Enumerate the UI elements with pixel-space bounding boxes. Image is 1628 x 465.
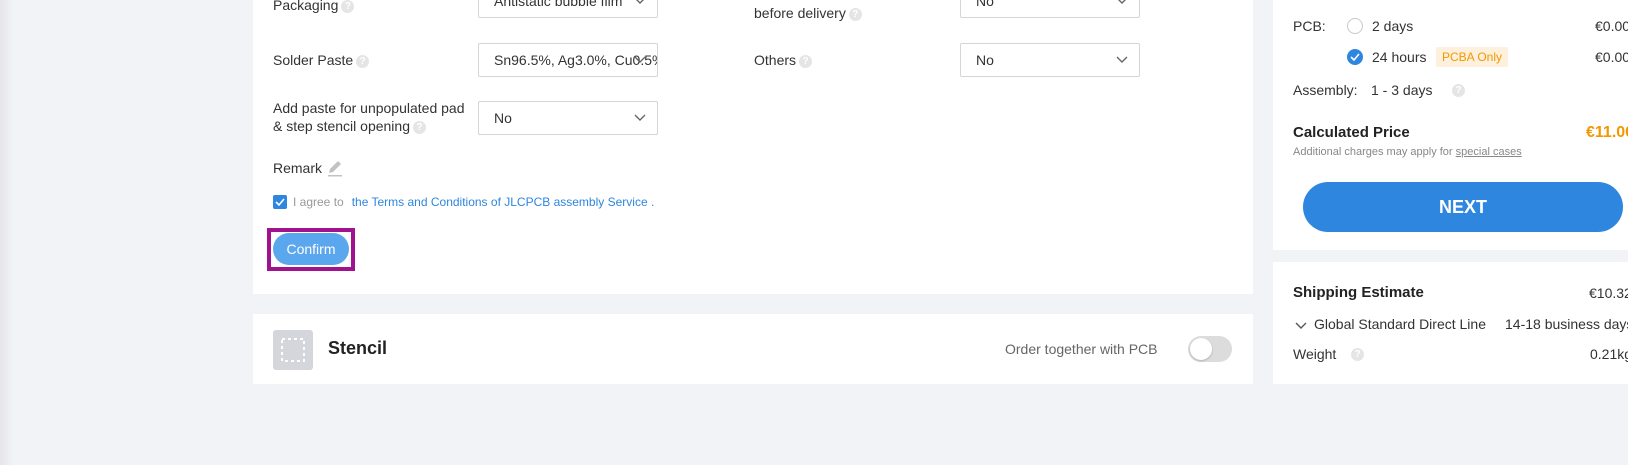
weight-value: 0.21kg: [1590, 346, 1628, 362]
page-edge-shadow: [0, 0, 14, 465]
calculated-price-value: €11.00: [1586, 124, 1628, 141]
help-icon[interactable]: ?: [1351, 348, 1364, 361]
shipping-estimate-title: Shipping Estimate: [1293, 284, 1424, 301]
option-2-days-label: 2 days: [1372, 18, 1414, 34]
stencil-title: Stencil: [328, 338, 388, 358]
solder-paste-select[interactable]: Sn96.5%, Ag3.0%, Cu0.5%: [478, 43, 658, 77]
confirm-button[interactable]: Confirm: [273, 233, 349, 265]
stencil-toggle-label: Order together with PCB: [1005, 341, 1158, 357]
delivery-confirm-label: before delivery?: [754, 4, 862, 22]
calculated-price-label: Calculated Price: [1293, 124, 1410, 141]
stencil-order-toggle[interactable]: [1188, 336, 1232, 362]
chevron-down-icon: [1116, 56, 1128, 63]
chevron-down-icon: [634, 114, 646, 121]
next-button[interactable]: NEXT: [1303, 182, 1623, 232]
pcba-only-badge: PCBA Only: [1436, 47, 1509, 67]
help-icon[interactable]: ?: [341, 0, 355, 13]
assembly-time-value: 1 - 3 days: [1371, 82, 1433, 98]
packaging-label: Packaging?: [273, 0, 355, 14]
help-icon[interactable]: ?: [799, 54, 813, 68]
weight-label: Weight: [1293, 346, 1337, 362]
radio-2-days[interactable]: [1347, 18, 1363, 34]
chevron-down-icon: [636, 0, 644, 4]
agree-terms-row: I agree to the Terms and Conditions of J…: [273, 195, 654, 209]
chevron-down-icon[interactable]: [1295, 319, 1307, 331]
others-select[interactable]: No: [960, 43, 1140, 77]
pencil-icon[interactable]: [326, 159, 344, 177]
shipping-time: 14-18 business days: [1505, 316, 1628, 332]
stencil-icon: [273, 330, 313, 370]
shipping-estimate-panel: Shipping Estimate €10.32 Global Standard…: [1273, 262, 1628, 384]
chevron-down-icon: [1118, 0, 1126, 4]
delivery-confirm-select[interactable]: No: [960, 0, 1140, 18]
remark-label: Remark: [273, 160, 323, 176]
pcb-build-time-label: PCB:: [1293, 18, 1326, 34]
agree-text: I agree to: [293, 195, 344, 209]
option-24-hours-price: €0.00: [1595, 49, 1628, 65]
solder-paste-label: Solder Paste?: [273, 51, 370, 69]
packaging-select[interactable]: Antistatic bubble film: [478, 0, 658, 18]
assembly-time-label: Assembly:: [1293, 82, 1358, 98]
stencil-panel: Stencil Order together with PCB: [253, 314, 1253, 384]
chevron-down-icon: [634, 56, 646, 63]
special-cases-link[interactable]: special cases: [1456, 146, 1522, 158]
agree-checkbox[interactable]: [273, 195, 287, 209]
add-paste-label: Add paste for unpopulated pad & step ste…: [273, 100, 465, 134]
help-icon[interactable]: ?: [1452, 84, 1465, 97]
checkmark-icon: [275, 198, 285, 207]
shipping-method[interactable]: Global Standard Direct Line: [1314, 316, 1486, 332]
toggle-knob: [1190, 338, 1212, 360]
terms-link[interactable]: the Terms and Conditions of JLCPCB assem…: [352, 195, 655, 209]
help-icon[interactable]: ?: [848, 7, 862, 21]
radio-24-hours[interactable]: [1347, 49, 1363, 65]
help-icon[interactable]: ?: [412, 120, 426, 134]
option-24-hours-label: 24 hours: [1372, 49, 1427, 65]
others-label: Others?: [754, 51, 813, 69]
shipping-price: €10.32: [1589, 285, 1628, 301]
checkmark-icon: [1350, 53, 1360, 61]
additional-charges-note: Additional charges may apply for special…: [1293, 146, 1522, 158]
add-paste-select[interactable]: No: [478, 101, 658, 135]
help-icon[interactable]: ?: [356, 54, 370, 68]
option-2-days-price: €0.00: [1595, 18, 1628, 34]
price-summary-panel: PCB: 2 days €0.00 24 hours PCBA Only €0.…: [1273, 0, 1628, 250]
